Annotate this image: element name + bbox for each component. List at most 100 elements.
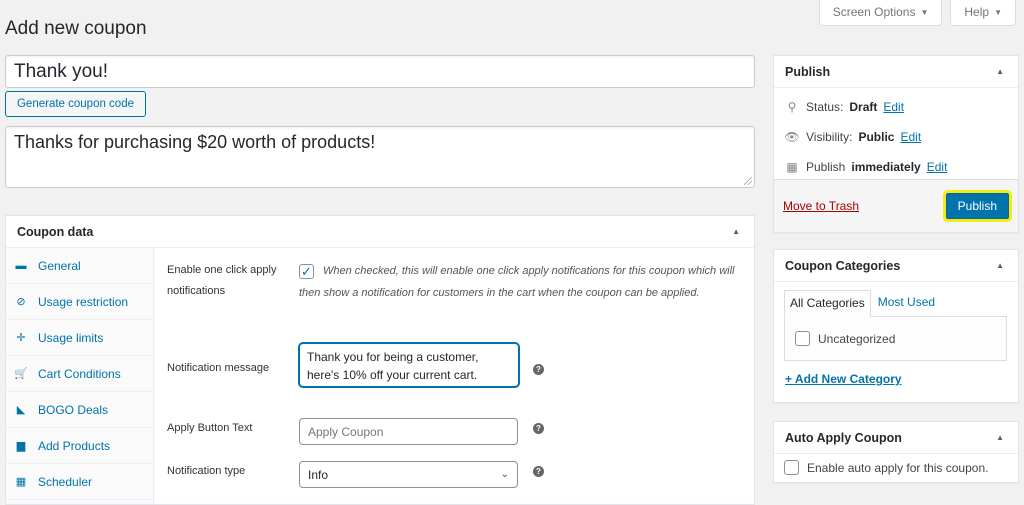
- publish-value: immediately: [851, 160, 921, 174]
- help-button[interactable]: Help ▼: [950, 0, 1016, 26]
- one-click-checkbox[interactable]: [299, 264, 314, 279]
- category-checkbox[interactable]: [795, 331, 810, 346]
- coupon-categories-title: Coupon Categories: [785, 258, 901, 273]
- tab-most-used[interactable]: Most Used: [871, 290, 940, 316]
- coupon-categories-box: Coupon Categories ▲ All Categories Most …: [773, 249, 1019, 403]
- visibility-value: Public: [858, 130, 895, 144]
- pin-icon: ⚲: [787, 100, 797, 114]
- visibility-row: 👁 Visibility: Public Edit: [774, 122, 1018, 152]
- coupon-data-title: Coupon data: [17, 224, 94, 239]
- collapse-toggle-icon[interactable]: ▲: [992, 429, 1008, 446]
- tab-add-products[interactable]: ▆ Add Products: [6, 428, 153, 464]
- schedule-row: ▦ Publish immediately Edit: [774, 152, 1018, 182]
- notification-message-label: Notification message: [167, 362, 270, 374]
- category-list: Uncategorized: [784, 316, 1007, 361]
- tab-label: Add Products: [38, 438, 111, 453]
- screen-options-label: Screen Options: [832, 5, 916, 19]
- help-icon[interactable]: ?: [533, 364, 544, 375]
- publish-label: Publish: [806, 160, 846, 174]
- move-to-trash-link[interactable]: Move to Trash: [783, 199, 859, 213]
- page-title: Add new coupon: [5, 18, 147, 39]
- coupon-description-textarea[interactable]: Thanks for purchasing $20 worth of produ…: [5, 126, 755, 188]
- notification-message-line2: here's 10% off your current cart.: [307, 368, 478, 382]
- auto-apply-header: Auto Apply Coupon ▲: [774, 422, 1018, 454]
- screen-options-button[interactable]: Screen Options ▼: [818, 0, 943, 26]
- one-click-label: Enable one click apply notifications: [167, 260, 276, 302]
- category-label: Uncategorized: [818, 331, 896, 346]
- status-value: Draft: [849, 100, 878, 114]
- publish-title: Publish: [785, 64, 831, 79]
- apply-button-text-placeholder: Apply Coupon: [308, 424, 384, 439]
- tab-bogo-deals[interactable]: ◣ BOGO Deals: [6, 392, 153, 428]
- caret-down-icon: ▼: [920, 7, 929, 17]
- auto-apply-label: Enable auto apply for this coupon.: [807, 460, 989, 475]
- resize-handle[interactable]: [744, 177, 752, 185]
- tab-usage-restriction[interactable]: ⊘ Usage restriction: [6, 284, 153, 320]
- help-icon[interactable]: ?: [533, 423, 544, 434]
- edit-schedule-link[interactable]: Edit: [927, 160, 948, 174]
- coupon-description-value: Thanks for purchasing $20 worth of produ…: [14, 132, 376, 152]
- tab-label: Usage limits: [38, 330, 104, 345]
- calendar-icon: ▦: [786, 160, 798, 174]
- tab-scheduler[interactable]: ▦ Scheduler: [6, 464, 153, 500]
- one-click-field: When checked, this will enable one click…: [299, 260, 749, 304]
- tab-cart-conditions[interactable]: 🛒 Cart Conditions: [6, 356, 153, 392]
- tab-label: Scheduler: [38, 474, 93, 489]
- coupon-categories-header: Coupon Categories ▲: [774, 250, 1018, 282]
- status-label: Status:: [806, 100, 844, 114]
- notification-message-line1: Thank you for being a customer,: [307, 350, 479, 364]
- screen-meta: Screen Options ▼ Help ▼: [818, 0, 1016, 26]
- cart-icon: 🛒: [14, 368, 28, 380]
- visibility-label: Visibility:: [806, 130, 853, 144]
- coupon-data-tabs: ▬ General ⊘ Usage restriction ✛ Usage li…: [6, 248, 154, 504]
- edit-status-link[interactable]: Edit: [883, 100, 904, 114]
- publish-box: Publish ▲ ⚲ Status: Draft Edit 👁 Visibil…: [773, 55, 1019, 233]
- apply-button-text-label: Apply Button Text: [167, 422, 253, 434]
- limits-icon: ✛: [16, 332, 26, 344]
- tab-label: Cart Conditions: [38, 366, 121, 381]
- ticket-icon: ▬: [15, 259, 27, 272]
- auto-apply-row: Enable auto apply for this coupon.: [774, 454, 1018, 481]
- help-icon[interactable]: ?: [533, 466, 544, 477]
- block-icon: ⊘: [16, 296, 26, 308]
- one-click-description: When checked, this will enable one click…: [299, 265, 735, 299]
- tab-general[interactable]: ▬ General: [6, 248, 153, 284]
- chevron-down-icon: ⌄: [500, 469, 509, 480]
- one-click-label-line2: notifications: [167, 285, 226, 297]
- collapse-toggle-icon[interactable]: ▲: [992, 63, 1008, 80]
- coupon-data-panel: Enable one click apply notifications Whe…: [166, 248, 744, 504]
- publish-header: Publish ▲: [774, 56, 1018, 88]
- publish-button[interactable]: Publish: [942, 190, 1013, 222]
- calendar-icon: ▦: [15, 476, 27, 488]
- one-click-label-line1: Enable one click apply: [167, 264, 277, 276]
- notification-message-textarea[interactable]: Thank you for being a customer, here's 1…: [299, 343, 519, 387]
- tab-label: General: [38, 258, 81, 273]
- tab-label: Usage restriction: [38, 294, 129, 309]
- tab-label: BOGO Deals: [38, 402, 109, 417]
- coupon-data-box: Coupon data ▲ ▬ General ⊘ Usage restrict…: [5, 215, 755, 505]
- auto-apply-checkbox[interactable]: [784, 460, 799, 475]
- collapse-toggle-icon[interactable]: ▲: [728, 223, 744, 240]
- notification-type-select[interactable]: Info ⌄: [299, 461, 518, 488]
- auto-apply-box: Auto Apply Coupon ▲ Enable auto apply fo…: [773, 421, 1019, 483]
- auto-apply-title: Auto Apply Coupon: [785, 430, 902, 445]
- apply-button-text-input[interactable]: Apply Coupon: [299, 418, 518, 445]
- notification-type-label: Notification type: [167, 465, 246, 477]
- coupon-code-input[interactable]: Thank you!: [5, 55, 755, 88]
- add-new-category-link[interactable]: + Add New Category: [785, 372, 1018, 386]
- collapse-toggle-icon[interactable]: ▲: [992, 257, 1008, 274]
- tab-all-categories[interactable]: All Categories: [784, 290, 871, 317]
- category-tabs: All Categories Most Used: [784, 290, 1008, 317]
- notification-type-value: Info: [308, 467, 329, 482]
- bogo-icon: ◣: [16, 404, 26, 416]
- bag-icon: ▆: [16, 440, 26, 452]
- help-label: Help: [964, 5, 990, 19]
- coupon-data-header: Coupon data ▲: [6, 216, 754, 248]
- status-row: ⚲ Status: Draft Edit: [774, 92, 1018, 122]
- coupon-code-value: Thank you!: [14, 60, 108, 82]
- eye-icon: 👁: [784, 130, 800, 144]
- edit-visibility-link[interactable]: Edit: [900, 130, 921, 144]
- generate-coupon-code-button[interactable]: Generate coupon code: [5, 91, 146, 117]
- tab-usage-limits[interactable]: ✛ Usage limits: [6, 320, 153, 356]
- publish-actions: Move to Trash Publish: [774, 179, 1018, 232]
